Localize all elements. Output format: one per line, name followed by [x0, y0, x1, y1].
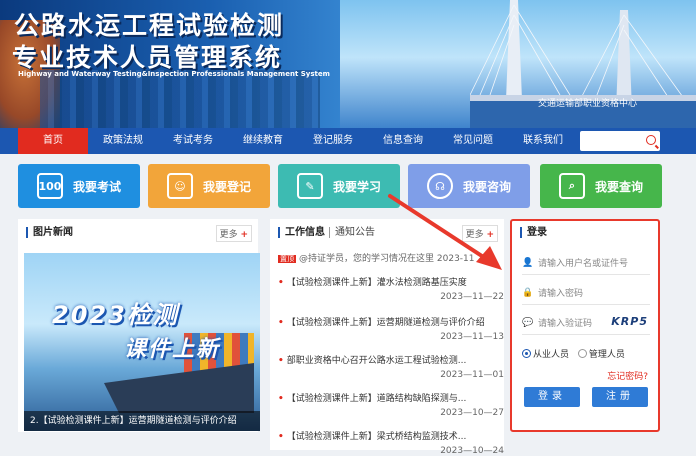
password-placeholder: 请输入密码	[538, 289, 584, 299]
list-item[interactable]: • 【试验检测课件上新】运营期隧道检测与评价介绍 2023—11—13	[278, 315, 504, 342]
site-subtitle: Highway and Waterway Testing&Inspection …	[18, 70, 330, 78]
news-title: 【试验检测课件上新】运营期隧道检测与评价介绍	[286, 318, 485, 328]
tile-label: 我要学习	[332, 179, 381, 194]
picture-news-panel: 图片新闻 更多 + 2023检测 课件上新 2.【试验检测课件上新】运营期隧道检…	[18, 219, 260, 432]
tile-label: 我要咨询	[462, 179, 511, 194]
lock-icon: 🔒	[522, 287, 534, 298]
tile-label: 我要查询	[594, 179, 643, 194]
nav-item-exam[interactable]: 考试考务	[158, 128, 228, 154]
picture-news-more-link[interactable]: 更多 +	[215, 225, 252, 242]
news-title: @持证学员，您的学习情况在这里	[299, 254, 435, 264]
banner-city-image	[40, 70, 320, 128]
ship-image	[104, 363, 254, 413]
list-item[interactable]: • 部职业资格中心召开公路水运工程试验检测... 2023—11—01	[278, 353, 504, 380]
headset-icon: ☊	[426, 173, 453, 199]
forgot-password-link[interactable]: 忘记密码?	[607, 369, 648, 382]
chat-icon: 💬	[522, 317, 534, 328]
list-item[interactable]: • 【试验检测课件上新】梁式桥结构监测技术... 2023—10—24	[278, 429, 504, 456]
news-title: 【试验检测课件上新】灌水法检测路基压实度	[286, 278, 467, 288]
news-carousel-image[interactable]: 2023检测 课件上新 2.【试验检测课件上新】运营期隧道检测与评价介绍	[24, 253, 260, 431]
register-button[interactable]: 注册	[592, 387, 648, 407]
search-doc-icon: ⌕	[558, 173, 585, 199]
main-nav: 首页 政策法规 考试考务 继续教育 登记服务 信息查询 常见问题 联系我们	[0, 128, 696, 154]
search-input[interactable]	[580, 131, 660, 151]
news-date: 2023—11—13	[440, 332, 504, 342]
pinned-badge: 置顶	[278, 255, 296, 263]
login-heading: 登录	[520, 227, 547, 238]
carousel-text-line1: 2023检测	[52, 301, 179, 329]
site-title-line2: 专业技术人员管理系统	[12, 43, 283, 72]
news-title: 部职业资格中心召开公路水运工程试验检测...	[286, 356, 467, 366]
news-tabs: 工作信息 通知公告	[278, 227, 375, 238]
carousel-text-line2: 课件上新	[124, 337, 221, 362]
tile-study[interactable]: ✎ 我要学习	[278, 164, 400, 208]
nav-item-contact[interactable]: 联系我们	[508, 128, 578, 154]
tile-consult[interactable]: ☊ 我要咨询	[408, 164, 530, 208]
nav-item-home[interactable]: 首页	[18, 128, 88, 154]
list-item[interactable]: 置顶 @持证学员，您的学习情况在这里 2023-11	[278, 251, 504, 264]
tile-label: 我要登记	[202, 179, 251, 194]
header-banner: 公路水运工程试验检测 专业技术人员管理系统 Highway and Waterw…	[0, 0, 696, 128]
tab-work-info[interactable]: 工作信息	[278, 227, 325, 238]
news-date: 2023-11	[436, 254, 475, 264]
role-selector: 从业人员 管理人员	[522, 347, 631, 361]
role-radio-practitioner[interactable]: 从业人员	[522, 347, 569, 360]
role-radio-manager[interactable]: 管理人员	[577, 347, 625, 360]
user-icon: 👤	[522, 257, 534, 268]
site-title-line1: 公路水运工程试验检测	[14, 11, 285, 40]
news-date: 2023—11—01	[440, 370, 504, 380]
username-field[interactable]: 👤 请输入用户名或证件号	[522, 251, 650, 275]
news-date: 2023—10—27	[440, 408, 504, 418]
search-icon[interactable]	[646, 135, 656, 145]
picture-news-heading: 图片新闻	[26, 227, 73, 238]
list-item[interactable]: • 【试验检测课件上新】道路结构缺陷探测与... 2023—10—27	[278, 391, 504, 418]
nav-item-policy[interactable]: 政策法规	[88, 128, 158, 154]
tile-label: 我要考试	[72, 179, 121, 194]
monitor-100-icon: 100	[36, 173, 63, 199]
login-panel: 登录 👤 请输入用户名或证件号 🔒 请输入密码 💬 请输入验证码 KRP5 从业…	[510, 219, 660, 432]
captcha-placeholder: 请输入验证码	[538, 319, 593, 329]
news-title: 【试验检测课件上新】道路结构缺陷探测与...	[286, 394, 467, 404]
nav-item-info-query[interactable]: 信息查询	[368, 128, 438, 154]
nav-item-registration[interactable]: 登记服务	[298, 128, 368, 154]
tile-register[interactable]: ☺ 我要登记	[148, 164, 270, 208]
password-field[interactable]: 🔒 请输入密码	[522, 281, 650, 305]
captcha-field[interactable]: 💬 请输入验证码 KRP5	[522, 311, 650, 335]
work-news-panel: 工作信息 通知公告 更多 + 置顶 @持证学员，您的学习情况在这里 2023-11…	[270, 219, 504, 456]
carousel-caption[interactable]: 2.【试验检测课件上新】运营期隧道检测与评价介绍	[24, 411, 260, 431]
login-button[interactable]: 登录	[524, 387, 580, 407]
nav-item-education[interactable]: 继续教育	[228, 128, 298, 154]
news-date: 2023—10—24	[440, 446, 504, 456]
list-item[interactable]: • 【试验检测课件上新】灌水法检测路基压实度 2023—11—22	[278, 275, 504, 302]
ministry-name: 交通运输部职业资格中心	[538, 99, 638, 109]
nav-item-faq[interactable]: 常见问题	[438, 128, 508, 154]
work-news-more-link[interactable]: 更多 +	[461, 225, 498, 242]
username-placeholder: 请输入用户名或证件号	[538, 259, 629, 269]
tab-notices[interactable]: 通知公告	[329, 227, 375, 238]
captcha-image[interactable]: KRP5	[611, 315, 648, 328]
tile-query[interactable]: ⌕ 我要查询	[540, 164, 662, 208]
news-date: 2023—11—22	[440, 292, 504, 302]
person-card-icon: ☺	[166, 173, 193, 199]
pen-person-icon: ✎	[296, 173, 323, 199]
news-title: 【试验检测课件上新】梁式桥结构监测技术...	[286, 432, 467, 442]
tile-exam[interactable]: 100 我要考试	[18, 164, 140, 208]
